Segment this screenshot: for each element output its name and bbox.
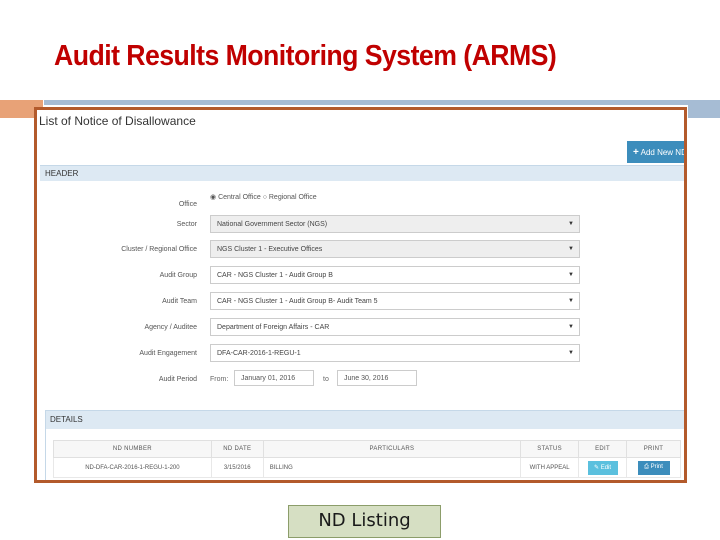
caret-down-icon: ▼ bbox=[568, 350, 574, 356]
cell-nd-number: ND-DFA-CAR-2016-1-REGU-1-200 bbox=[53, 457, 212, 478]
pencil-icon: ✎ bbox=[594, 464, 600, 471]
edit-button[interactable]: ✎ Edit bbox=[587, 460, 618, 475]
col-edit: EDIT bbox=[578, 440, 627, 458]
agency-value: Department of Foreign Affairs - CAR bbox=[217, 324, 330, 331]
agency-row: Agency / Auditee Department of Foreign A… bbox=[37, 318, 684, 338]
plus-icon: + bbox=[633, 147, 639, 158]
page-title: List of Notice of Disallowance bbox=[39, 114, 196, 128]
caret-down-icon: ▼ bbox=[568, 298, 574, 304]
col-particulars[interactable]: PARTICULARS bbox=[262, 440, 522, 458]
details-section-bar: DETAILS bbox=[46, 411, 684, 429]
caret-down-icon: ▼ bbox=[568, 324, 574, 330]
add-new-nd-label: Add New ND bbox=[640, 148, 687, 157]
details-panel: DETAILS ND NUMBER ND DATE PARTICULARS ST… bbox=[45, 410, 684, 480]
radio-regional-icon[interactable]: ○ bbox=[263, 194, 267, 201]
cell-nd-date: 3/15/2016 bbox=[210, 457, 264, 478]
engagement-select[interactable]: DFA-CAR-2016-1-REGU-1 ▼ bbox=[210, 344, 580, 362]
table-row: ND-DFA-CAR-2016-1-REGU-1-200 3/15/2016 B… bbox=[53, 457, 681, 478]
edit-label: Edit bbox=[600, 464, 612, 471]
audit-group-select[interactable]: CAR - NGS Cluster 1 - Audit Group B ▼ bbox=[210, 266, 580, 284]
cluster-value: NGS Cluster 1 - Executive Offices bbox=[217, 246, 323, 253]
audit-group-label: Audit Group bbox=[159, 272, 197, 279]
audit-team-select[interactable]: CAR - NGS Cluster 1 - Audit Group B- Aud… bbox=[210, 292, 580, 310]
caret-down-icon: ▼ bbox=[568, 221, 574, 227]
sector-value: National Government Sector (NGS) bbox=[217, 221, 328, 228]
office-row: Office ◉ Central Office ○ Regional Offic… bbox=[37, 193, 684, 213]
col-nd-date[interactable]: ND DATE bbox=[210, 440, 264, 458]
from-label: From: bbox=[210, 376, 229, 383]
print-label: Print bbox=[650, 463, 663, 470]
engagement-value: DFA-CAR-2016-1-REGU-1 bbox=[217, 350, 301, 357]
header-section-bar: HEADER bbox=[40, 165, 684, 181]
cell-status: WITH APPEAL bbox=[520, 457, 580, 478]
radio-central-icon[interactable]: ◉ bbox=[210, 194, 216, 201]
audit-group-row: Audit Group CAR - NGS Cluster 1 - Audit … bbox=[37, 266, 684, 286]
audit-team-row: Audit Team CAR - NGS Cluster 1 - Audit G… bbox=[37, 292, 684, 312]
cell-print: ⎙ Print bbox=[626, 457, 681, 478]
slide-caption: ND Listing bbox=[288, 505, 441, 538]
engagement-row: Audit Engagement DFA-CAR-2016-1-REGU-1 ▼ bbox=[37, 344, 684, 364]
col-status[interactable]: STATUS bbox=[520, 440, 580, 458]
period-label: Audit Period bbox=[158, 376, 197, 383]
caret-down-icon: ▼ bbox=[568, 272, 574, 278]
nd-table: ND NUMBER ND DATE PARTICULARS STATUS EDI… bbox=[53, 440, 681, 478]
cluster-select[interactable]: NGS Cluster 1 - Executive Offices ▼ bbox=[210, 240, 580, 258]
audit-team-value: CAR - NGS Cluster 1 - Audit Group B- Aud… bbox=[217, 298, 378, 305]
printer-icon: ⎙ bbox=[644, 463, 649, 470]
screenshot-frame: List of Notice of Disallowance + Add New… bbox=[34, 107, 687, 483]
table-header-row: ND NUMBER ND DATE PARTICULARS STATUS EDI… bbox=[53, 440, 681, 458]
to-label: to bbox=[323, 376, 329, 383]
agency-label: Agency / Auditee bbox=[144, 324, 197, 331]
add-new-nd-button[interactable]: + Add New ND bbox=[627, 141, 687, 163]
cluster-label: Cluster / Regional Office bbox=[121, 246, 197, 253]
sector-label: Sector bbox=[176, 221, 197, 228]
slide-title: Audit Results Monitoring System (ARMS) bbox=[54, 40, 557, 72]
col-print: PRINT bbox=[626, 440, 681, 458]
radio-regional-label[interactable]: Regional Office bbox=[269, 194, 317, 201]
audit-team-label: Audit Team bbox=[162, 298, 197, 305]
agency-select[interactable]: Department of Foreign Affairs - CAR ▼ bbox=[210, 318, 580, 336]
radio-central-label[interactable]: Central Office bbox=[218, 194, 261, 201]
audit-group-value: CAR - NGS Cluster 1 - Audit Group B bbox=[217, 272, 333, 279]
print-button[interactable]: ⎙ Print bbox=[637, 460, 670, 475]
from-date-input[interactable]: January 01, 2016 bbox=[234, 370, 314, 386]
col-nd-number[interactable]: ND NUMBER bbox=[53, 440, 212, 458]
cluster-row: Cluster / Regional Office NGS Cluster 1 … bbox=[37, 240, 684, 260]
engagement-label: Audit Engagement bbox=[139, 350, 197, 357]
sector-row: Sector National Government Sector (NGS) … bbox=[37, 215, 684, 235]
accent-bar-blue bbox=[44, 100, 720, 105]
cell-particulars: BILLING bbox=[262, 457, 522, 478]
to-date-input[interactable]: June 30, 2016 bbox=[337, 370, 417, 386]
cell-edit: ✎ Edit bbox=[578, 457, 627, 478]
office-radio-group: ◉ Central Office ○ Regional Office bbox=[210, 193, 317, 201]
accent-bar-blue-right bbox=[688, 100, 720, 118]
office-label: Office bbox=[178, 201, 197, 208]
caret-down-icon: ▼ bbox=[568, 246, 574, 252]
sector-select[interactable]: National Government Sector (NGS) ▼ bbox=[210, 215, 580, 233]
period-row: Audit Period From: January 01, 2016 to J… bbox=[37, 370, 684, 390]
